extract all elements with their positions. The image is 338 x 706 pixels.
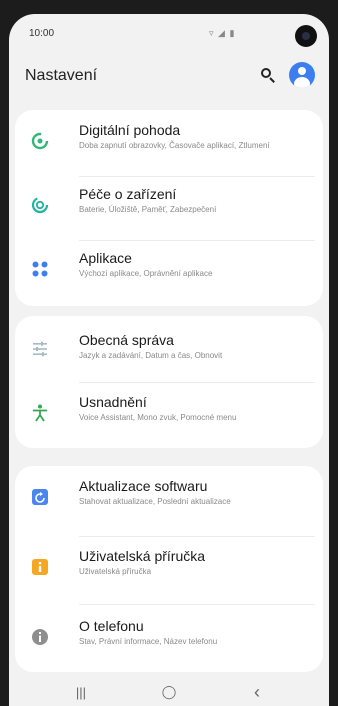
item-title: Usnadnění: [79, 394, 147, 410]
apps-icon: [32, 261, 48, 277]
settings-item-user-manual[interactable]: Uživatelská příručka Uživatelská příručk…: [15, 536, 323, 602]
item-subtitle: Doba zapnutí obrazovky, Časovače aplikac…: [79, 141, 270, 150]
item-title: Péče o zařízení: [79, 186, 177, 202]
item-title: Aktualizace softwaru: [79, 478, 208, 494]
home-button[interactable]: ◯: [149, 680, 189, 704]
item-subtitle: Jazyk a zadávání, Datum a čas, Obnovit: [79, 351, 223, 360]
settings-item-digital-wellbeing[interactable]: Digitální pohoda Doba zapnutí obrazovky,…: [15, 110, 323, 172]
item-title: Obecná správa: [79, 332, 174, 348]
front-camera: [295, 25, 317, 47]
phone-screen: 10:00 ▿ ◢ ▮ Nastavení Digitální pohoda D…: [9, 14, 329, 706]
status-indicators: ▿ ◢ ▮: [209, 28, 236, 38]
settings-item-accessibility[interactable]: Usnadnění Voice Assistant, Mono zvuk, Po…: [15, 382, 323, 446]
item-title: Uživatelská příručka: [79, 548, 206, 564]
settings-group-1: Digitální pohoda Doba zapnutí obrazovky,…: [15, 110, 323, 306]
software-update-icon: [32, 489, 48, 505]
settings-item-about-phone[interactable]: O telefonu Stav, Právní informace, Název…: [15, 604, 323, 670]
digital-wellbeing-icon: [31, 132, 49, 150]
account-icon[interactable]: [289, 62, 315, 88]
accessibility-icon: [33, 404, 47, 422]
item-subtitle: Stahovat aktualizace, Poslední aktualiza…: [79, 497, 231, 506]
settings-group-3: Aktualizace softwaru Stahovat aktualizac…: [15, 466, 323, 672]
item-subtitle: Výchozí aplikace, Oprávnění aplikace: [79, 269, 213, 278]
item-title: O telefonu: [79, 618, 144, 634]
back-button[interactable]: ‹: [237, 680, 277, 704]
status-bar: 10:00 ▿ ◢ ▮: [9, 14, 329, 52]
settings-header: Nastavení: [9, 58, 329, 92]
item-subtitle: Voice Assistant, Mono zvuk, Pomocné menu: [79, 413, 237, 422]
settings-item-general-management[interactable]: Obecná správa Jazyk a zadávání, Datum a …: [15, 316, 323, 380]
navigation-bar: ||| ◯ ‹: [9, 678, 329, 706]
settings-item-device-care[interactable]: Péče o zařízení Baterie, Úložiště, Paměť…: [15, 176, 323, 238]
general-management-icon: [33, 341, 47, 357]
item-title: Aplikace: [79, 250, 132, 266]
page-title: Nastavení: [25, 67, 98, 84]
settings-item-apps[interactable]: Aplikace Výchozí aplikace, Oprávnění apl…: [15, 240, 323, 302]
search-icon[interactable]: [257, 64, 279, 86]
status-time: 10:00: [29, 28, 55, 39]
device-care-icon: [31, 196, 49, 214]
recent-apps-button[interactable]: |||: [61, 680, 101, 704]
user-manual-icon: [32, 559, 48, 575]
about-phone-icon: [32, 629, 48, 645]
item-title: Digitální pohoda: [79, 122, 181, 138]
settings-group-2: Obecná správa Jazyk a zadávání, Datum a …: [15, 316, 323, 448]
item-subtitle: Uživatelská příručka: [79, 567, 152, 576]
settings-item-software-update[interactable]: Aktualizace softwaru Stahovat aktualizac…: [15, 466, 323, 532]
item-subtitle: Baterie, Úložiště, Paměť, Zabezpečení: [79, 205, 217, 214]
item-subtitle: Stav, Právní informace, Název telefonu: [79, 637, 218, 646]
